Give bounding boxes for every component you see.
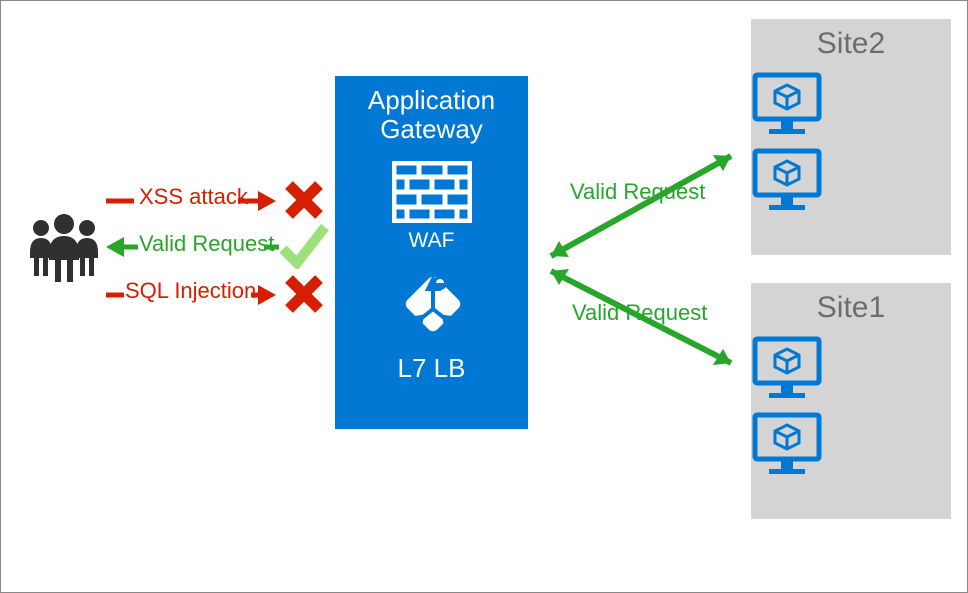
vm-icon [751, 411, 951, 477]
application-gateway: Application Gateway WAF [335, 76, 528, 429]
site2-box: Site2 [751, 19, 951, 255]
sqli-label: SQL Injection [125, 278, 256, 304]
load-balancer-icon [392, 263, 472, 343]
check-icon [277, 221, 331, 269]
vm-icon [751, 147, 951, 213]
route-label-site2: Valid Request [570, 179, 705, 205]
users-icon [25, 206, 103, 284]
valid-label: Valid Request [139, 231, 274, 257]
vm-icon [751, 71, 951, 137]
lb-label: L7 LB [335, 353, 528, 384]
route-arrows [531, 141, 751, 371]
vm-icon [751, 335, 951, 401]
firewall-icon [392, 161, 472, 223]
gateway-title-2: Gateway [335, 115, 528, 144]
site2-title: Site2 [751, 27, 951, 61]
site1-title: Site1 [751, 291, 951, 325]
xss-label: XSS attack [139, 184, 248, 210]
block-icon-sqli [285, 275, 323, 313]
block-icon-xss [285, 181, 323, 219]
site1-box: Site1 [751, 283, 951, 519]
gateway-title-1: Application [335, 86, 528, 115]
waf-label: WAF [335, 229, 528, 253]
route-label-site1: Valid Request [572, 300, 707, 326]
